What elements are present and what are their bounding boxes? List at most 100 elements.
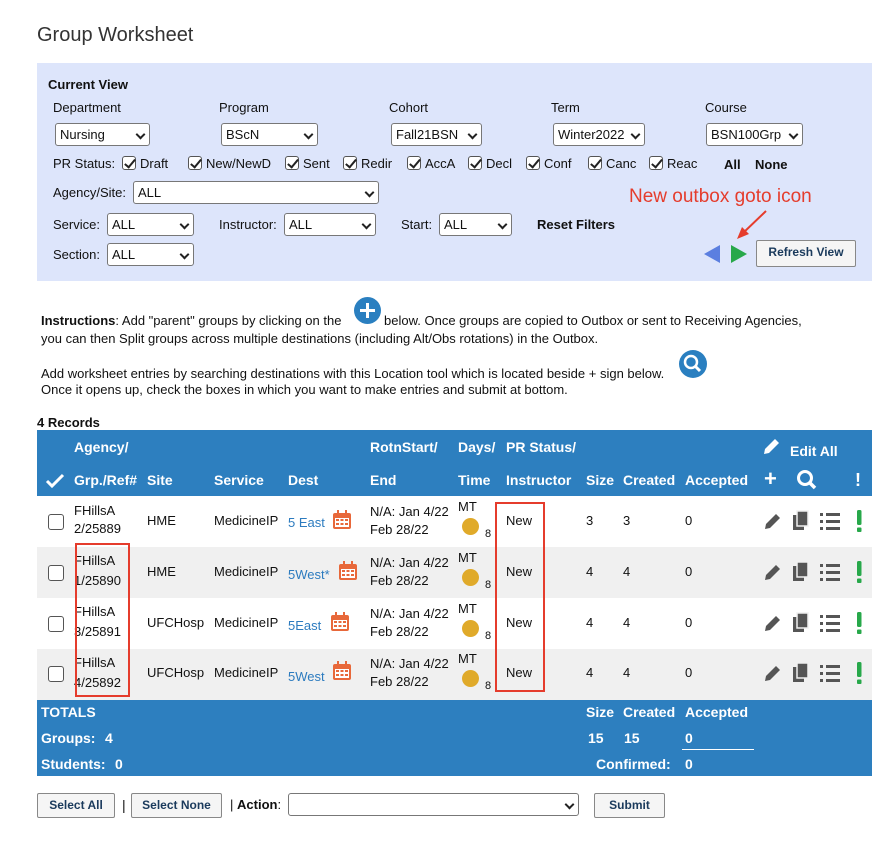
- pencil-icon[interactable]: [762, 612, 784, 634]
- copy-icon[interactable]: [791, 561, 811, 583]
- pr-status-option-label: Draft: [140, 156, 169, 171]
- pr-status-option[interactable]: AccA: [407, 156, 455, 171]
- checkbox-icon[interactable]: [407, 156, 421, 170]
- row-checkbox[interactable]: [48, 616, 64, 632]
- checkbox-icon[interactable]: [285, 156, 299, 170]
- start-label: Start:: [401, 217, 433, 232]
- edit-all-link[interactable]: Edit All: [790, 443, 838, 459]
- clock-icon: [462, 670, 479, 687]
- previous-arrow-icon[interactable]: [702, 243, 722, 265]
- dest-link[interactable]: 5East: [288, 618, 321, 633]
- checkbox-icon[interactable]: [649, 156, 663, 170]
- term-label: Term: [551, 100, 580, 115]
- copy-icon[interactable]: [791, 510, 811, 532]
- service-cell: MedicineIP: [214, 564, 279, 579]
- time-cell: 8: [485, 630, 492, 642]
- cohort-select[interactable]: Fall21BSN: [391, 123, 482, 146]
- checkbox-icon[interactable]: [343, 156, 357, 170]
- copy-icon[interactable]: [791, 662, 811, 684]
- filter-panel: Current View Department Nursing Program …: [37, 63, 872, 281]
- program-label: Program: [219, 100, 269, 115]
- add-group-button[interactable]: +: [764, 466, 777, 492]
- dest-link[interactable]: 5 East: [288, 515, 325, 530]
- calendar-icon[interactable]: [330, 612, 350, 632]
- row-checkbox[interactable]: [48, 514, 64, 530]
- select-none-button[interactable]: Select None: [131, 793, 222, 818]
- department-select[interactable]: Nursing: [55, 123, 150, 146]
- list-icon[interactable]: [819, 562, 841, 582]
- pr-status-option-label: New/NewD: [206, 156, 272, 171]
- service-label: Service:: [53, 217, 100, 232]
- list-icon[interactable]: [819, 511, 841, 531]
- pencil-icon[interactable]: [762, 510, 784, 532]
- agency-site-label: Agency/Site:: [53, 185, 126, 200]
- pencil-icon: [764, 439, 779, 454]
- course-select[interactable]: BSN100Grp: [706, 123, 803, 146]
- copy-icon[interactable]: [791, 612, 811, 634]
- section-select[interactable]: ALL: [107, 243, 194, 266]
- table-header: Agency/ Grp./Ref# Site Service Dest Rotn…: [37, 430, 872, 496]
- time-cell: 8: [485, 680, 492, 692]
- status-none-link[interactable]: None: [755, 157, 788, 172]
- section-label: Section:: [53, 247, 100, 262]
- service-select[interactable]: ALL: [107, 213, 194, 236]
- outbox-goto-icon[interactable]: [729, 243, 749, 265]
- instructions-line-2: you can then Split groups across multipl…: [41, 331, 599, 346]
- program-select[interactable]: BScN: [221, 123, 318, 146]
- col-agency: Agency/: [74, 439, 129, 455]
- table-row: FHillsA 3/25891 UFCHosp MedicineIP 5East…: [37, 598, 872, 649]
- calendar-icon[interactable]: [332, 510, 352, 530]
- list-icon[interactable]: [819, 663, 841, 683]
- start-select[interactable]: ALL: [439, 213, 512, 236]
- row-checkbox[interactable]: [48, 565, 64, 581]
- checkbox-icon[interactable]: [468, 156, 482, 170]
- dest-link[interactable]: 5West*: [288, 567, 330, 582]
- col-days: Days/: [458, 439, 496, 455]
- course-label: Course: [705, 100, 747, 115]
- agency-cell: FHillsA: [74, 503, 116, 518]
- pr-status-option[interactable]: Decl: [468, 156, 512, 171]
- refresh-view-button[interactable]: Refresh View: [756, 240, 856, 267]
- checkbox-icon[interactable]: [122, 156, 136, 170]
- created-cell: 4: [623, 665, 631, 680]
- action-separator: |: [230, 797, 234, 812]
- alert-exclamation-icon[interactable]: [854, 509, 864, 533]
- agency-site-select[interactable]: ALL: [133, 181, 379, 204]
- annotation-arrow-icon: [737, 210, 767, 239]
- select-all-button[interactable]: Select All: [37, 793, 115, 818]
- status-all-link[interactable]: All: [724, 157, 741, 172]
- check-all-icon[interactable]: [45, 473, 65, 489]
- row-checkbox[interactable]: [48, 666, 64, 682]
- pr-status-option[interactable]: Redir: [343, 156, 392, 171]
- col-dest: Dest: [288, 472, 319, 488]
- calendar-icon[interactable]: [338, 561, 358, 581]
- pr-status-option[interactable]: Canc: [588, 156, 636, 171]
- list-icon[interactable]: [819, 613, 841, 633]
- pr-status-option[interactable]: Conf: [526, 156, 571, 171]
- reset-filters-link[interactable]: Reset Filters: [537, 217, 615, 232]
- term-select[interactable]: Winter2022: [553, 123, 645, 146]
- chevron-down-icon: [788, 129, 799, 140]
- start-date-cell: N/A: Jan 4/22: [370, 606, 449, 621]
- pr-status-option[interactable]: Reac: [649, 156, 697, 171]
- pr-status-option[interactable]: New/NewD: [188, 156, 271, 171]
- pencil-icon[interactable]: [762, 561, 784, 583]
- alert-exclamation-icon[interactable]: [854, 661, 864, 685]
- alert-exclamation-icon[interactable]: [854, 560, 864, 584]
- instructor-select[interactable]: ALL: [284, 213, 376, 236]
- calendar-icon[interactable]: [332, 661, 352, 681]
- pr-status-option[interactable]: Sent: [285, 156, 330, 171]
- start-date-cell: N/A: Jan 4/22: [370, 504, 449, 519]
- alert-exclamation-icon[interactable]: [854, 611, 864, 635]
- chevron-down-icon: [630, 129, 641, 140]
- pencil-icon[interactable]: [762, 662, 784, 684]
- submit-button[interactable]: Submit: [594, 793, 665, 818]
- checkbox-icon[interactable]: [588, 156, 602, 170]
- dest-link[interactable]: 5West: [288, 669, 325, 684]
- action-select[interactable]: [288, 793, 579, 816]
- checkbox-icon[interactable]: [526, 156, 540, 170]
- checkbox-icon[interactable]: [188, 156, 202, 170]
- pr-status-option[interactable]: Draft: [122, 156, 168, 171]
- size-cell: 4: [586, 564, 594, 579]
- location-search-icon[interactable]: [796, 469, 818, 491]
